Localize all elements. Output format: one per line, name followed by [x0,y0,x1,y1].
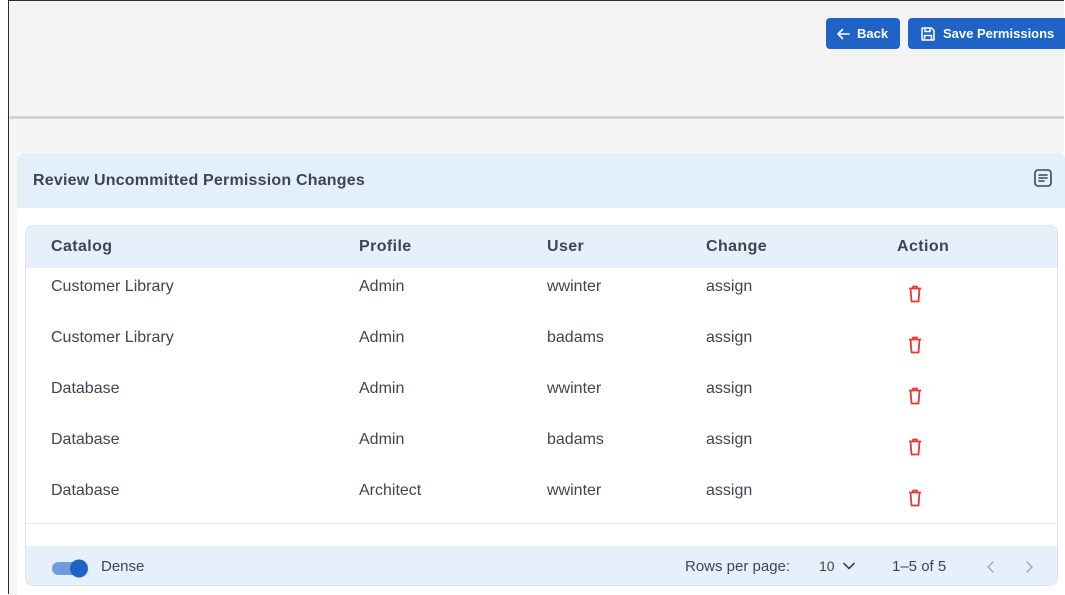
cell-profile: Admin [359,431,405,448]
table-row: Database Architect wwinter assign [26,472,1057,524]
chevron-right-icon[interactable] [1024,560,1034,574]
back-button[interactable]: Back [826,18,900,49]
table-pagination: Dense Rows per page: 10 1–5 of 5 [26,546,1057,585]
trash-icon[interactable] [908,387,922,405]
pagination-range: 1–5 of 5 [892,558,947,575]
cell-catalog: Customer Library [51,329,174,346]
cell-profile: Admin [359,278,405,295]
cell-change: assign [706,329,753,346]
trash-icon[interactable] [908,336,922,354]
cell-profile: Admin [359,329,405,346]
table-row: Customer Library Admin wwinter assign [26,268,1057,320]
cell-change: assign [706,431,753,448]
column-header-user[interactable]: User [547,238,584,256]
column-header-catalog[interactable]: Catalog [51,238,112,256]
cell-user: badams [547,329,604,346]
rows-per-page-value: 10 [819,558,835,574]
rows-per-page-select[interactable]: 10 [819,558,855,574]
cell-catalog: Database [51,380,120,397]
cell-user: wwinter [547,482,602,499]
save-icon [921,26,935,41]
save-permissions-button[interactable]: Save Permissions [908,18,1065,49]
top-toolbar: Back Save Permissions [9,1,1065,116]
cell-catalog: Database [51,431,120,448]
trash-icon[interactable] [908,489,922,507]
cell-catalog: Database [51,482,120,499]
trash-icon[interactable] [908,285,922,303]
table-row: Database Admin wwinter assign [26,370,1057,422]
column-header-action: Action [897,238,950,255]
review-panel: Review Uncommitted Permission Changes Ca… [17,153,1065,595]
rows-per-page-label: Rows per page: [685,558,791,575]
filter-list-icon[interactable] [1033,168,1053,188]
cell-profile: Architect [359,482,422,499]
cell-user: wwinter [547,380,602,397]
arrow-left-icon [837,28,850,39]
table-row: Database Admin badams assign [26,421,1057,473]
dense-toggle[interactable] [51,558,91,578]
panel-header: Review Uncommitted Permission Changes [17,153,1065,208]
cell-catalog: Customer Library [51,278,174,295]
back-button-label: Back [857,26,889,41]
cell-user: wwinter [547,278,602,295]
panel-title: Review Uncommitted Permission Changes [33,171,365,189]
table-row: Customer Library Admin badams assign [26,319,1057,371]
table-header: Catalog Profile User Change Action [26,226,1057,268]
cell-change: assign [706,482,753,499]
chevron-left-icon[interactable] [986,560,996,574]
cell-profile: Admin [359,380,405,397]
column-header-profile[interactable]: Profile [359,238,412,256]
trash-icon[interactable] [908,438,922,456]
cell-change: assign [706,380,753,397]
dense-label: Dense [101,558,145,575]
chevron-down-icon [842,562,855,570]
cell-user: badams [547,431,604,448]
permissions-table: Catalog Profile User Change Action Custo… [25,225,1058,586]
cell-change: assign [706,278,753,295]
app-frame: Back Save Permissions Review Uncommitted… [8,0,1065,595]
column-header-change[interactable]: Change [706,238,767,256]
save-button-label: Save Permissions [943,26,1055,41]
